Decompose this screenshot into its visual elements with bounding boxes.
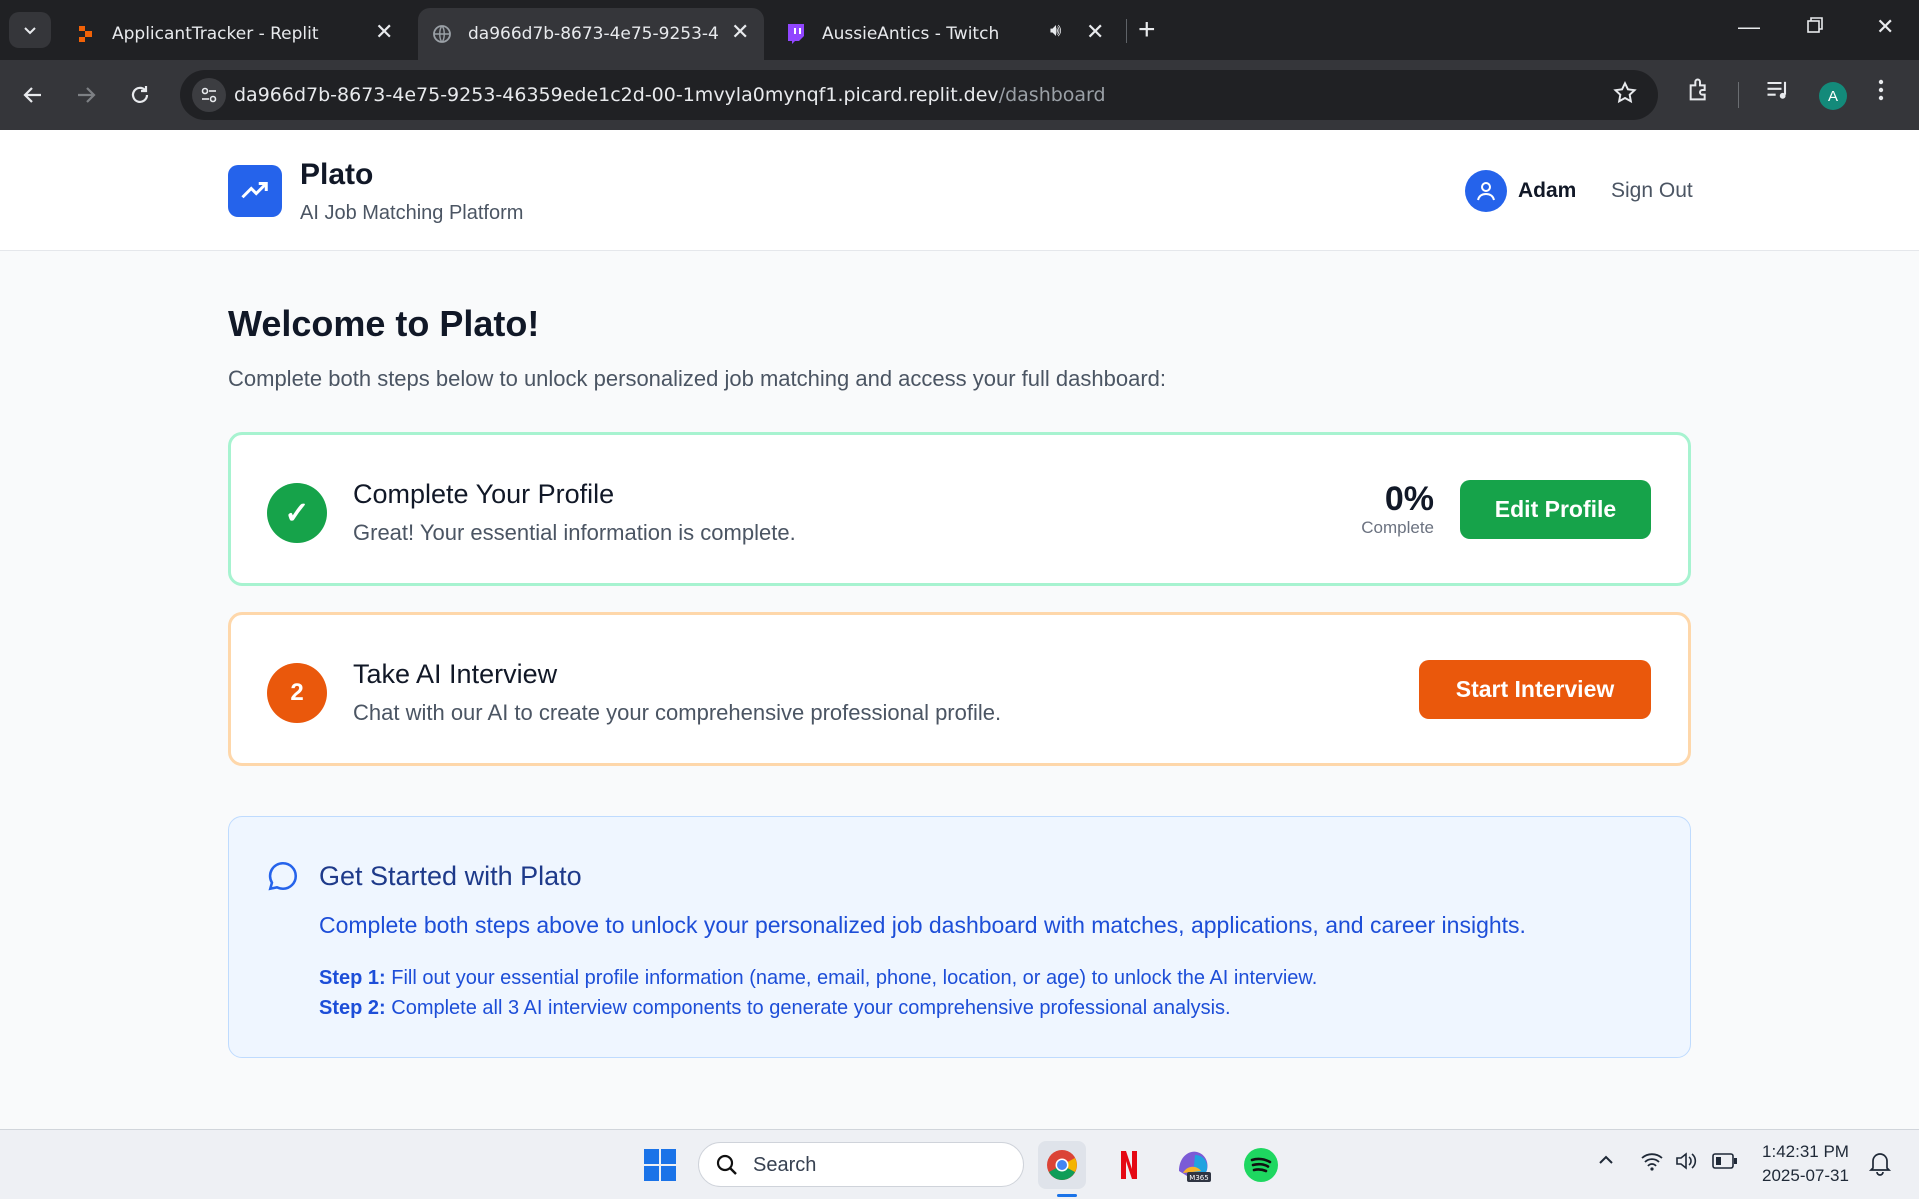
arrow-right-icon — [78, 87, 96, 103]
browser-tab-bar: ApplicantTracker - Replit ✕ da966d7b-867… — [0, 0, 1919, 60]
get-started-title: Get Started with Plato — [319, 861, 582, 891]
notifications-icon[interactable] — [1868, 1150, 1892, 1181]
close-tab-icon[interactable]: ✕ — [375, 20, 393, 45]
close-tab-icon[interactable]: ✕ — [1086, 20, 1104, 45]
brand-tagline: AI Job Matching Platform — [300, 202, 524, 224]
tab-search-button[interactable] — [9, 12, 51, 48]
page-title: Welcome to Plato! — [228, 303, 540, 344]
url-text: da966d7b-8673-4e75-9253-46359ede1c2d-00-… — [234, 84, 1106, 106]
windows-start-icon[interactable] — [636, 1141, 684, 1189]
system-clock[interactable]: 1:42:31 PM 2025-07-31 — [1762, 1140, 1849, 1188]
restore-icon[interactable] — [1806, 14, 1824, 40]
interview-step-title: Take AI Interview — [353, 659, 558, 689]
clock-time: 1:42:31 PM — [1762, 1142, 1849, 1161]
microsoft-365-icon[interactable]: M365 — [1170, 1141, 1218, 1189]
step-1-label: Step 1: — [319, 967, 386, 989]
browser-profile-avatar[interactable]: A — [1819, 82, 1847, 110]
page-subtitle: Complete both steps below to unlock pers… — [228, 366, 1166, 391]
profile-step-title: Complete Your Profile — [353, 479, 615, 509]
tab-separator — [1126, 19, 1127, 43]
url-host: da966d7b-8673-4e75-9253-46359ede1c2d-00-… — [234, 84, 999, 106]
wifi-icon[interactable] — [1640, 1150, 1664, 1177]
browser-toolbar: da966d7b-8673-4e75-9253-46359ede1c2d-00-… — [0, 60, 1919, 130]
profile-completion-label: Complete — [1361, 518, 1434, 537]
speaker-icon[interactable]: 🔊︎ — [1050, 20, 1061, 41]
trending-up-icon — [228, 165, 282, 217]
close-window-icon[interactable]: ✕ — [1876, 14, 1894, 40]
step-2-instruction: Step 2: Complete all 3 AI interview comp… — [319, 997, 1231, 1020]
site-info-icon[interactable] — [192, 78, 226, 112]
more-menu-icon[interactable] — [1876, 76, 1886, 109]
profile-completion-percent: 0% — [1384, 480, 1434, 518]
reload-icon — [131, 86, 149, 103]
globe-icon — [432, 24, 452, 44]
reload-button[interactable] — [121, 76, 159, 114]
spotify-icon[interactable] — [1237, 1141, 1285, 1189]
chevron-up-icon[interactable] — [1596, 1150, 1616, 1175]
start-interview-button[interactable]: Start Interview — [1419, 660, 1651, 719]
step-number-badge: 2 — [267, 663, 327, 723]
brand-name: Plato — [300, 158, 374, 191]
replit-icon — [76, 24, 96, 44]
tab-twitch[interactable]: AussieAntics - Twitch 🔊︎ ✕ — [780, 8, 1120, 60]
get-started-panel: Get Started with Plato Complete both ste… — [228, 816, 1691, 1058]
step-2-label: Step 2: — [319, 997, 386, 1019]
back-button[interactable] — [14, 76, 52, 114]
search-icon — [716, 1154, 737, 1175]
taskbar-search[interactable]: Search — [698, 1142, 1024, 1187]
tab-dashboard[interactable]: da966d7b-8673-4e75-9253-46359ede1c2d ✕ — [418, 8, 764, 60]
tab-title: ApplicantTracker - Replit — [112, 24, 319, 44]
new-tab-button[interactable]: + — [1138, 12, 1156, 48]
extensions-icon[interactable] — [1686, 76, 1714, 109]
media-controls-icon[interactable] — [1764, 76, 1792, 109]
twitch-icon — [786, 24, 806, 44]
user-avatar[interactable] — [1465, 170, 1507, 212]
step-2-text: Complete all 3 AI interview components t… — [391, 997, 1231, 1019]
profile-completion: 0% Complete — [1361, 480, 1434, 538]
volume-icon[interactable] — [1674, 1150, 1698, 1177]
step-1-instruction: Step 1: Fill out your essential profile … — [319, 967, 1317, 990]
app-header: Plato AI Job Matching Platform Adam Sign… — [0, 130, 1919, 251]
taskbar-search-placeholder: Search — [753, 1154, 817, 1176]
step-1-text: Fill out your essential profile informat… — [391, 967, 1318, 989]
tab-title: AussieAntics - Twitch — [822, 24, 1000, 44]
arrow-left-icon — [23, 87, 41, 103]
address-bar[interactable]: da966d7b-8673-4e75-9253-46359ede1c2d-00-… — [180, 70, 1658, 120]
bookmark-star-icon[interactable] — [1612, 80, 1638, 111]
check-icon: ✓ — [267, 483, 327, 543]
profile-step-card: ✓ Complete Your Profile Great! Your esse… — [228, 432, 1691, 586]
netflix-icon[interactable] — [1105, 1141, 1153, 1189]
battery-icon[interactable] — [1712, 1152, 1738, 1175]
clock-date: 2025-07-31 — [1762, 1166, 1849, 1185]
profile-step-description: Great! Your essential information is com… — [353, 520, 796, 545]
tab-title: da966d7b-8673-4e75-9253-46359ede1c2d — [468, 24, 720, 44]
toolbar-divider — [1738, 82, 1739, 108]
windows-taskbar: Search M365 1:42:31 PM 2025-07-31 — [0, 1129, 1919, 1199]
forward-button[interactable] — [67, 76, 105, 114]
interview-step-card: 2 Take AI Interview Chat with our AI to … — [228, 612, 1691, 766]
interview-step-description: Chat with our AI to create your comprehe… — [353, 700, 1002, 725]
close-tab-icon[interactable]: ✕ — [731, 20, 749, 45]
chat-bubble-icon — [266, 859, 300, 898]
chrome-icon[interactable] — [1038, 1141, 1086, 1197]
user-icon — [1477, 182, 1495, 201]
sign-out-link[interactable]: Sign Out — [1611, 179, 1693, 203]
edit-profile-button[interactable]: Edit Profile — [1460, 480, 1651, 539]
tab-applicanttracker[interactable]: ApplicantTracker - Replit ✕ — [62, 8, 402, 60]
url-path: /dashboard — [998, 84, 1106, 106]
svg-text:M365: M365 — [1189, 1174, 1208, 1182]
minimize-icon[interactable]: — — [1738, 14, 1760, 40]
user-name: Adam — [1518, 179, 1577, 202]
active-app-indicator — [1057, 1194, 1077, 1197]
chevron-down-icon — [24, 27, 36, 35]
get-started-description: Complete both steps above to unlock your… — [319, 912, 1526, 938]
